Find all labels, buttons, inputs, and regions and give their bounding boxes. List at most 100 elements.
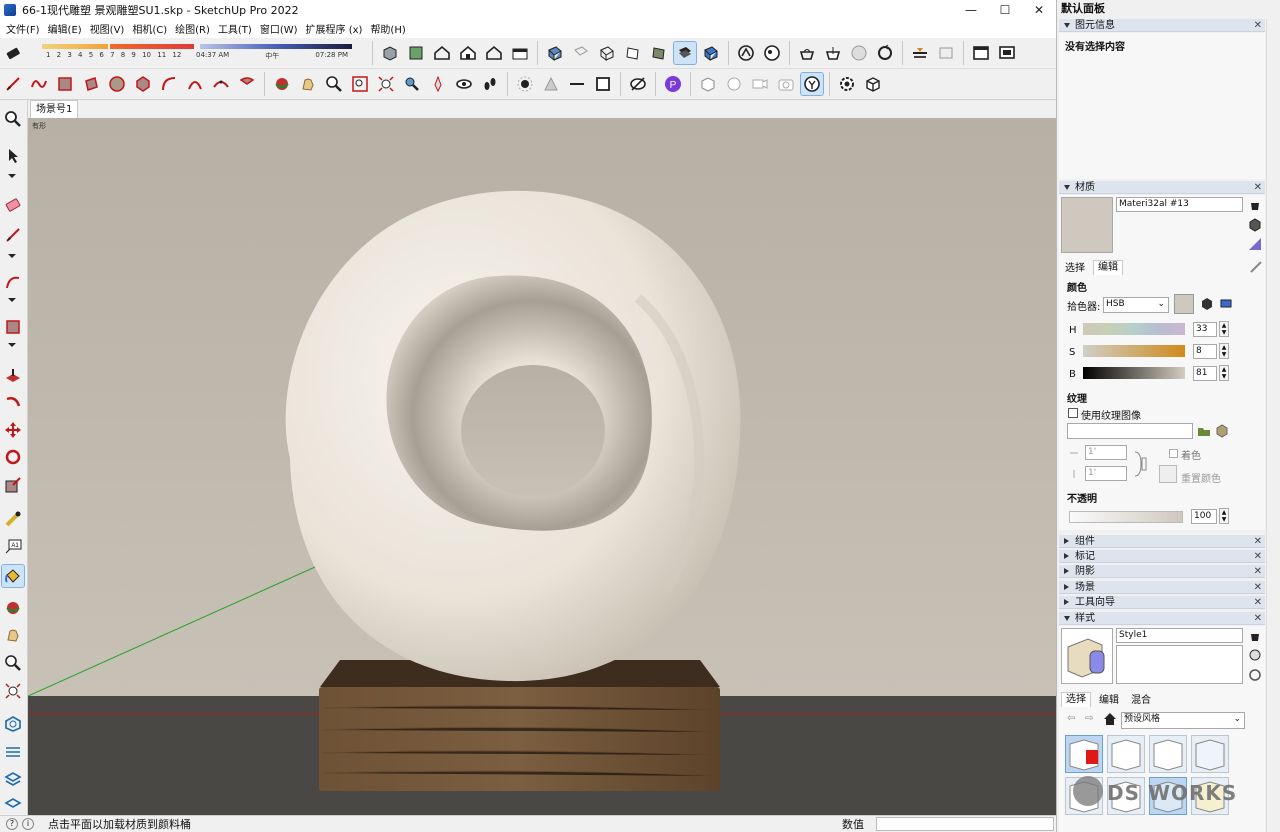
menu-view[interactable]: 视图(V) <box>86 21 129 36</box>
push-pull-icon[interactable] <box>2 365 24 387</box>
top-view-icon[interactable] <box>405 42 427 64</box>
hue-value[interactable]: 33 <box>1193 322 1217 337</box>
use-texture-checkbox[interactable] <box>1068 408 1078 418</box>
components-header[interactable]: 组件 ✕ <box>1059 535 1265 548</box>
shaded-style-icon[interactable] <box>648 42 670 64</box>
create-material-icon[interactable] <box>1248 218 1262 232</box>
saturation-value[interactable]: 8 <box>1193 344 1217 359</box>
eyedropper-icon[interactable] <box>1249 260 1263 274</box>
previous-view-icon[interactable] <box>401 73 423 95</box>
paint-bucket-icon[interactable] <box>1 564 25 588</box>
menu-window[interactable]: 窗口(W) <box>256 21 302 36</box>
close-panel-icon[interactable]: ✕ <box>1254 565 1262 578</box>
three-point-arc-icon[interactable] <box>210 73 232 95</box>
line-tool-icon[interactable] <box>2 73 24 95</box>
styles-tab-mix[interactable]: 混合 <box>1127 694 1155 708</box>
opacity-value[interactable]: 100 <box>1191 509 1217 524</box>
layout-icon[interactable] <box>848 42 870 64</box>
browse-folder-icon[interactable] <box>1197 424 1211 438</box>
zoom-extents-icon[interactable] <box>2 680 24 702</box>
left-view-icon[interactable] <box>509 42 531 64</box>
iso-view-icon[interactable] <box>379 42 401 64</box>
saturation-slider[interactable] <box>1083 345 1185 357</box>
close-panel-icon[interactable]: ✕ <box>1254 181 1262 194</box>
text-tool-icon[interactable]: A1 <box>2 535 24 557</box>
zoom-extents-icon[interactable] <box>375 73 397 95</box>
section-plane-icon[interactable] <box>909 42 931 64</box>
style-description-field[interactable] <box>1116 645 1243 684</box>
texture-path-field[interactable] <box>1067 423 1193 439</box>
cone-icon[interactable] <box>540 73 562 95</box>
polygon-tool-icon[interactable] <box>132 73 154 95</box>
style-thumbnail[interactable] <box>1107 735 1145 773</box>
scene-render[interactable] <box>28 118 1056 815</box>
expand-caret-icon[interactable] <box>8 174 16 178</box>
minimize-button[interactable]: — <box>954 0 988 19</box>
extension-warehouse-icon[interactable] <box>2 741 24 763</box>
hue-slider[interactable] <box>1083 323 1185 335</box>
opacity-slider[interactable] <box>1069 511 1183 523</box>
style-thumbnail[interactable] <box>1149 735 1187 773</box>
tags-header[interactable]: 标记 ✕ <box>1059 550 1265 563</box>
zoom-window-icon[interactable] <box>349 73 371 95</box>
brightness-spinner[interactable]: ▲ ▼ <box>1219 365 1229 381</box>
create-style-icon[interactable] <box>1248 648 1262 662</box>
menu-edit[interactable]: 编辑(E) <box>44 21 86 36</box>
shadow-settings-slider[interactable]: 1 2 3 4 5 6 7 8 9 10 11 12 04:37 AM 中午 0… <box>32 39 362 67</box>
arc-tool-icon[interactable] <box>158 73 180 95</box>
orbit-tool-icon[interactable] <box>2 597 24 619</box>
scale-tool-icon[interactable] <box>2 474 24 496</box>
look-around-icon[interactable] <box>453 73 475 95</box>
freehand-tool-icon[interactable] <box>28 73 50 95</box>
pan-tool-icon[interactable] <box>2 624 24 646</box>
bucket-icon[interactable] <box>1249 630 1261 642</box>
rectangle-tool-icon[interactable] <box>2 316 24 338</box>
menu-file[interactable]: 文件(F) <box>2 21 44 36</box>
close-panel-icon[interactable]: ✕ <box>1254 612 1262 625</box>
expand-caret-icon[interactable] <box>8 254 16 258</box>
arc-tool-icon[interactable] <box>2 272 24 294</box>
texture-height-field[interactable]: 1' <box>1085 466 1127 481</box>
match-screen-color-icon[interactable] <box>1220 297 1234 311</box>
layers-icon[interactable] <box>2 768 24 790</box>
match-photo-icon[interactable] <box>723 73 745 95</box>
walk-tool-icon[interactable] <box>479 73 501 95</box>
saturation-spinner[interactable]: ▲ ▼ <box>1219 343 1229 359</box>
styles-tab-edit[interactable]: 编辑 <box>1095 694 1123 708</box>
info-icon[interactable]: i <box>22 818 34 830</box>
section-display-icon[interactable] <box>935 42 957 64</box>
back-view-icon[interactable] <box>483 42 505 64</box>
hide-icon[interactable] <box>627 73 649 95</box>
forward-arrow-icon[interactable]: ⇨ <box>1085 713 1097 725</box>
back-arrow-icon[interactable]: ⇦ <box>1067 713 1079 725</box>
colorize-checkbox[interactable] <box>1169 449 1178 458</box>
expand-caret-icon[interactable] <box>8 298 16 302</box>
tape-measure-icon[interactable] <box>2 508 24 530</box>
menu-help[interactable]: 帮助(H) <box>366 21 409 36</box>
eraser-tool-icon[interactable] <box>2 194 24 216</box>
xray-style-icon[interactable] <box>544 42 566 64</box>
tray-scrollbar[interactable] <box>1266 19 1280 832</box>
move-tool-icon[interactable] <box>2 419 24 441</box>
scene-tab[interactable]: 场景号1 <box>30 100 79 118</box>
reset-color-swatch[interactable] <box>1159 465 1177 483</box>
line-tool-icon[interactable] <box>2 224 24 246</box>
right-view-icon[interactable] <box>457 42 479 64</box>
geo-location-icon[interactable]: ? <box>6 818 18 830</box>
position-camera-icon[interactable] <box>427 73 449 95</box>
color-picker-select[interactable]: HSB ⌄ <box>1103 297 1169 313</box>
measurement-input[interactable] <box>876 817 1054 831</box>
materials-tab-select[interactable]: 选择 <box>1061 262 1089 276</box>
style-name-field[interactable]: Style1 <box>1116 628 1243 643</box>
aspect-lock-icon[interactable] <box>1133 450 1147 478</box>
texture-width-field[interactable]: 1' <box>1085 445 1127 460</box>
window-icon[interactable] <box>970 42 992 64</box>
close-panel-icon[interactable]: ✕ <box>1254 19 1262 32</box>
materials-tab-edit[interactable]: 编辑 <box>1093 260 1123 275</box>
opacity-spinner[interactable]: ▲ ▼ <box>1219 508 1229 524</box>
bucket-icon[interactable] <box>1249 199 1261 211</box>
shaded-textures-style-icon[interactable] <box>673 41 697 65</box>
material-name-field[interactable]: Materi32al #13 <box>1116 197 1243 212</box>
menu-draw[interactable]: 绘图(R) <box>171 21 214 36</box>
rectangle-tool-icon[interactable] <box>54 73 76 95</box>
